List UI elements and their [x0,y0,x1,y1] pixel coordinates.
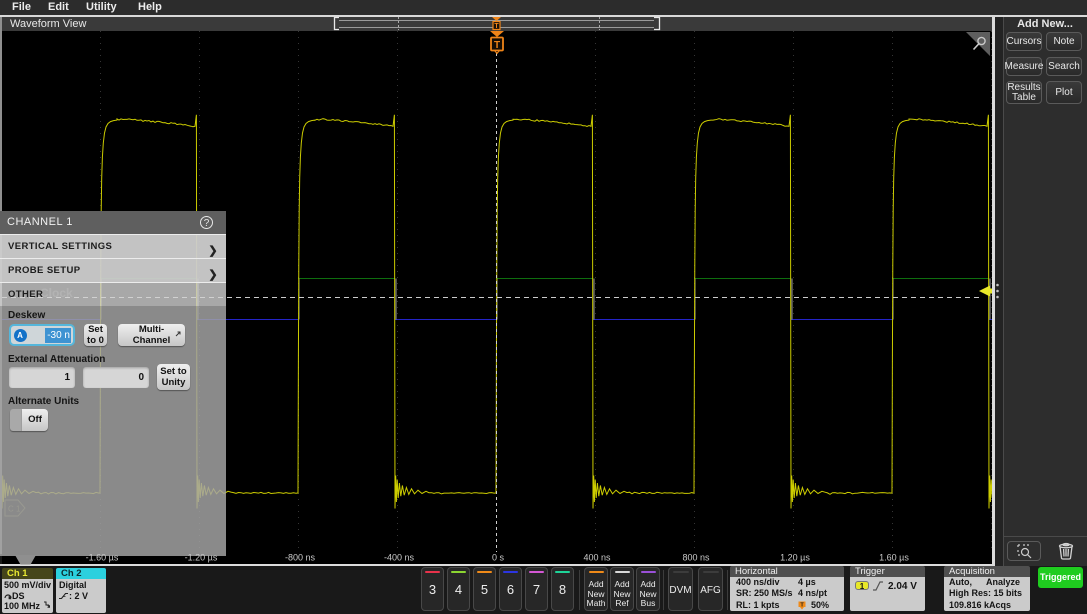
svg-text:-800 ns: -800 ns [285,553,316,563]
svg-text:1.20 µs: 1.20 µs [780,553,810,563]
svg-text:0 s: 0 s [492,553,505,563]
svg-text:-1.20 µs: -1.20 µs [185,553,218,563]
svg-text:1.60 µs: 1.60 µs [879,553,909,563]
svg-text:-400 ns: -400 ns [384,553,415,563]
svg-text:-1.60 µs: -1.60 µs [86,553,119,563]
svg-text:400 ns: 400 ns [583,553,611,563]
svg-text:800 ns: 800 ns [682,553,710,563]
